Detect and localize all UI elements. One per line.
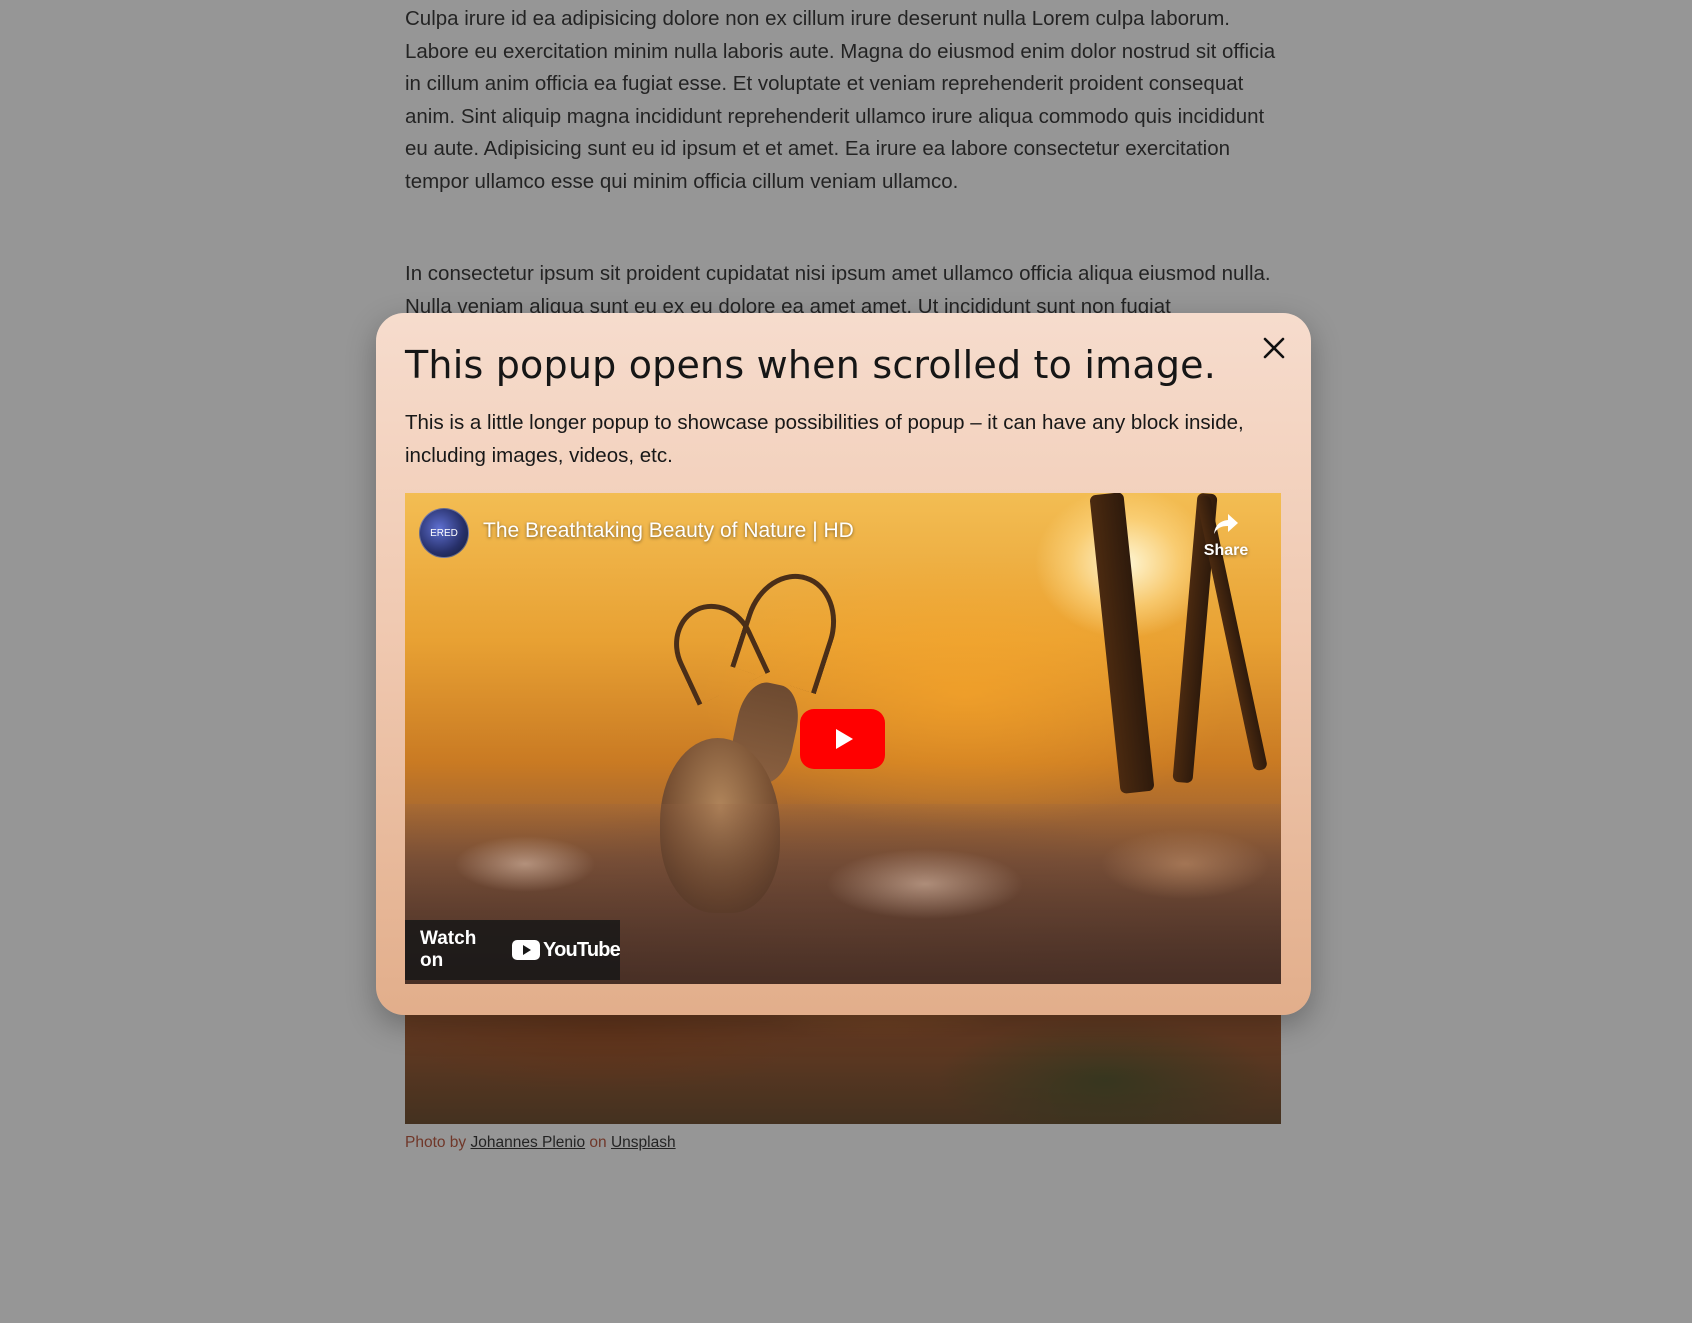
share-button[interactable]: Share	[1201, 511, 1251, 560]
watch-on-youtube-button[interactable]: Watch on YouTube	[405, 920, 621, 980]
youtube-logo: YouTube	[512, 938, 621, 962]
popup-dialog: This popup opens when scrolled to image.…	[376, 313, 1311, 1015]
youtube-logo-icon	[512, 940, 541, 960]
share-label: Share	[1203, 542, 1249, 559]
popup-title: This popup opens when scrolled to image.	[405, 343, 1217, 387]
video-title[interactable]: The Breathtaking Beauty of Nature | HD	[483, 519, 854, 543]
play-button[interactable]	[800, 709, 885, 769]
share-icon	[1214, 514, 1238, 534]
watch-on-label: Watch on	[420, 928, 477, 971]
close-button[interactable]	[1257, 331, 1291, 365]
play-icon	[835, 729, 853, 749]
channel-avatar[interactable]: ERED	[419, 508, 469, 558]
channel-avatar-text: ERED	[430, 527, 458, 539]
close-icon	[1263, 337, 1285, 359]
youtube-logo-text: YouTube	[543, 938, 621, 961]
youtube-embed[interactable]: ERED The Breathtaking Beauty of Nature |…	[405, 493, 1281, 984]
popup-text: This is a little longer popup to showcas…	[405, 411, 1244, 467]
tree-decoration	[1089, 493, 1155, 794]
